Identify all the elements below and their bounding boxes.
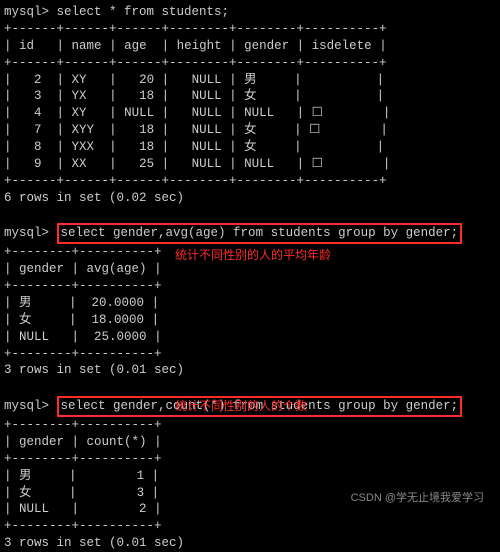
prompt-line-1: mysql> select * from students; — [4, 4, 488, 21]
table-2-footer: 3 rows in set (0.01 sec) — [4, 362, 488, 379]
table-1-footer: 6 rows in set (0.02 sec) — [4, 190, 488, 207]
query-1: select * from students; — [57, 5, 230, 19]
query-2: select gender,avg(age) from students gro… — [61, 226, 459, 240]
prompt: mysql> — [4, 5, 49, 19]
prompt: mysql> — [4, 226, 49, 240]
watermark: CSDN @学无止境我爱学习 — [351, 491, 484, 506]
table-3: +--------+----------+ | gender | count(*… — [4, 417, 488, 535]
annotation-1: 统计不同性别的人的平均年龄 — [175, 247, 331, 263]
annotation-2: 统计不同性别的人的个数 — [175, 398, 307, 414]
table-3-footer: 3 rows in set (0.01 sec) — [4, 535, 488, 552]
prompt-line-2: mysql> select gender,avg(age) from stude… — [4, 223, 488, 244]
table-1: +------+------+------+--------+--------+… — [4, 21, 488, 190]
prompt: mysql> — [4, 399, 49, 413]
query-2-highlight: select gender,avg(age) from students gro… — [57, 223, 463, 244]
